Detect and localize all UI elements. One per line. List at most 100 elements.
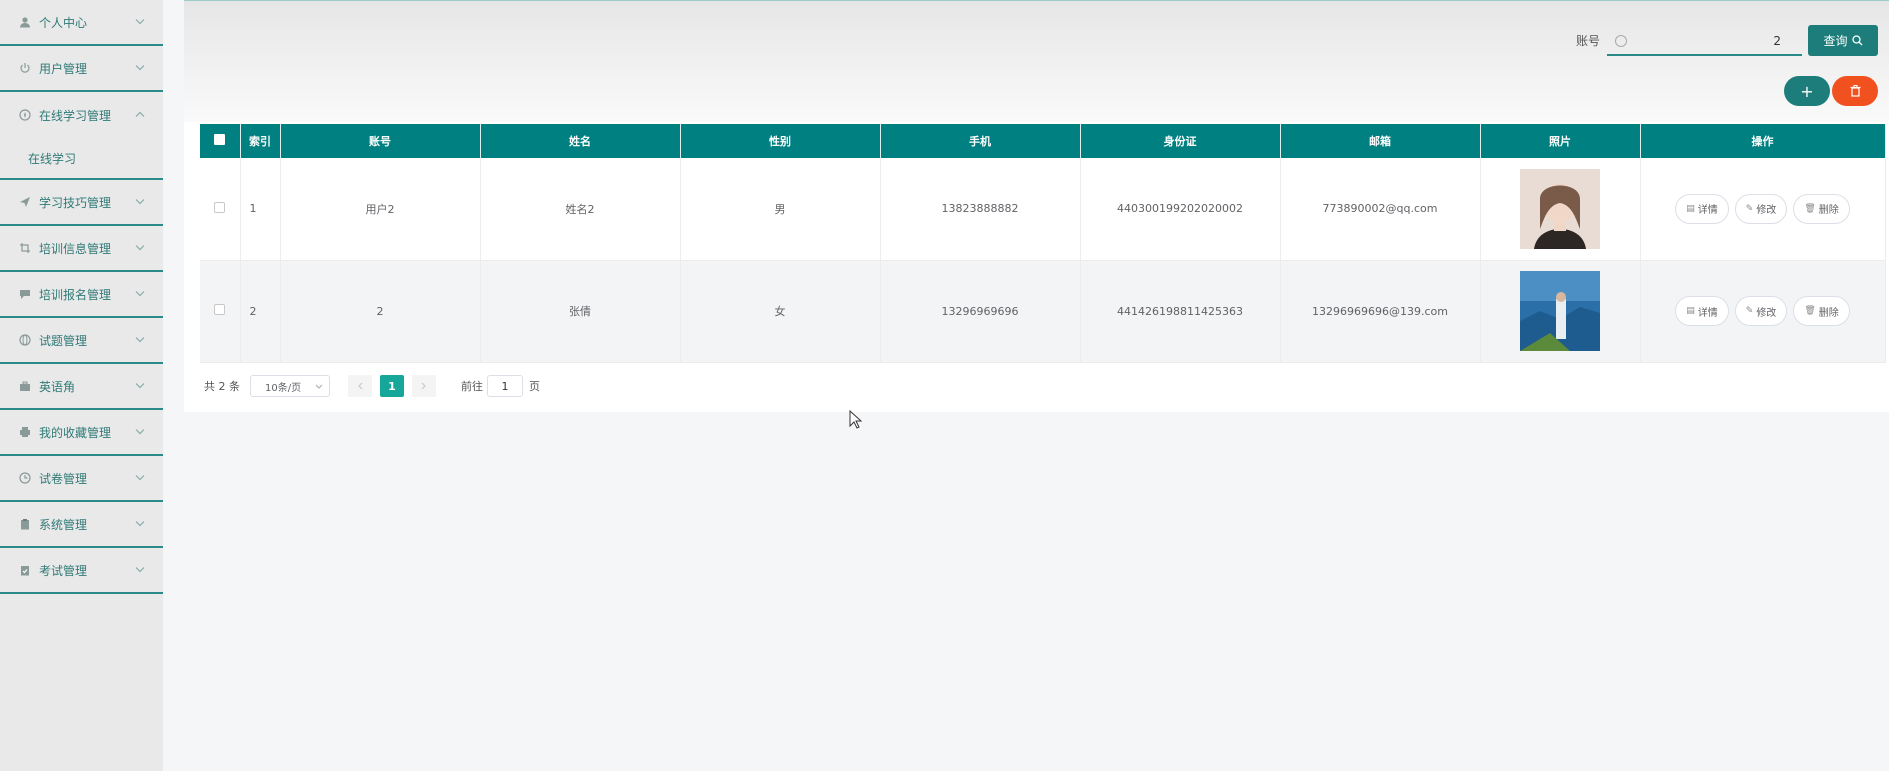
gender-cell: 男 <box>680 158 881 261</box>
batch-delete-button[interactable] <box>1832 76 1878 106</box>
column-header: 照片 <box>1480 124 1641 158</box>
edit-label: 修改 <box>1756 307 1777 319</box>
chat-icon <box>18 287 32 301</box>
sidebar-item-study-tips-management[interactable]: 学习技巧管理 <box>0 180 163 226</box>
sidebar-item-training-registration-management[interactable]: 培训报名管理 <box>0 272 163 318</box>
sidebar-item-label: 学习技巧管理 <box>39 195 112 210</box>
chevron-up-icon <box>135 110 145 121</box>
sidebar-item-question-management[interactable]: 试题管理 <box>0 318 163 364</box>
detail-label: 详情 <box>1697 205 1718 217</box>
delete-button[interactable]: 🗑 删除 <box>1793 296 1850 326</box>
sidebar-item-label: 试卷管理 <box>39 471 88 486</box>
photo-cell <box>1480 260 1641 363</box>
gender-cell: 女 <box>680 260 881 363</box>
page-number-current[interactable]: 1 <box>380 375 404 397</box>
sidebar-item-label: 个人中心 <box>39 15 88 30</box>
index-cell: 1 <box>240 158 281 261</box>
idcard-cell: 441426198811425363 <box>1080 260 1281 363</box>
sidebar-item-exam-paper-management[interactable]: 试卷管理 <box>0 456 163 502</box>
detail-button[interactable]: ▤ 详情 <box>1675 296 1729 326</box>
next-page-button[interactable] <box>412 375 436 397</box>
table-row[interactable]: 2 2 张倩 女 13296969696 441426198811425363 … <box>200 260 1886 363</box>
delete-label: 删除 <box>1818 205 1839 217</box>
sidebar-item-personal-center[interactable]: 个人中心 <box>0 0 163 46</box>
sidebar-item-training-info-management[interactable]: 培训信息管理 <box>0 226 163 272</box>
user-photo[interactable] <box>1520 271 1600 351</box>
search-icon <box>1615 35 1627 47</box>
edit-button[interactable]: ✎ 修改 <box>1734 296 1788 326</box>
globe-icon <box>18 333 32 347</box>
clipboard-icon <box>18 517 32 531</box>
select-all-cell[interactable] <box>200 124 241 158</box>
clipboard-check-icon <box>18 563 32 577</box>
search-label: 账号 <box>1576 34 1601 48</box>
add-button[interactable]: + <box>1784 76 1830 106</box>
user-photo[interactable] <box>1520 168 1600 249</box>
sidebar-item-system-management[interactable]: 系统管理 <box>0 502 163 548</box>
trash-icon: 🗑 <box>1804 306 1816 316</box>
trash-icon: 🗑 <box>1804 203 1816 214</box>
sidebar-item-label: 系统管理 <box>39 517 88 532</box>
sidebar-item-label: 培训信息管理 <box>39 241 112 256</box>
sidebar-item-exam-management[interactable]: 考试管理 <box>0 548 163 594</box>
total-count: 共 2 条 <box>204 380 240 393</box>
document-icon: ▤ <box>1686 203 1695 214</box>
sidebar-item-favorites-management[interactable]: 我的收藏管理 <box>0 410 163 456</box>
query-button-label: 查询 <box>1823 34 1848 48</box>
chevron-down-icon <box>315 384 323 389</box>
trash-icon <box>1850 85 1860 97</box>
select-all-checkbox[interactable] <box>214 134 226 145</box>
column-header: 操作 <box>1640 124 1886 158</box>
chevron-right-icon <box>421 382 426 390</box>
chevron-down-icon <box>135 427 145 438</box>
power-icon <box>18 61 32 75</box>
query-button[interactable]: 查询 <box>1808 25 1878 56</box>
chevron-down-icon <box>135 473 145 484</box>
row-checkbox[interactable] <box>214 304 226 315</box>
sidebar-item-user-management[interactable]: 用户管理 <box>0 46 163 92</box>
delete-button[interactable]: 🗑 删除 <box>1793 193 1850 224</box>
column-header: 身份证 <box>1080 124 1281 158</box>
phone-cell: 13823888882 <box>880 158 1081 261</box>
phone-cell: 13296969696 <box>880 260 1081 363</box>
document-icon: ▤ <box>1686 306 1695 316</box>
sidebar-item-online-learning-management[interactable]: 在线学习管理 <box>0 92 163 138</box>
sidebar-item-label: 考试管理 <box>39 563 88 578</box>
sidebar-item-label: 我的收藏管理 <box>39 425 112 440</box>
send-icon <box>18 195 32 209</box>
briefcase-icon <box>18 379 32 393</box>
account-search-input[interactable] <box>1631 34 1791 48</box>
page-size-select[interactable]: 10条/页 <box>250 375 330 397</box>
table-row[interactable]: 1 用户2 姓名2 男 13823888882 4403001992020200… <box>200 158 1886 261</box>
detail-button[interactable]: ▤ 详情 <box>1675 193 1729 224</box>
goto-page-input[interactable] <box>487 375 523 397</box>
page-size-value: 10条/页 <box>265 382 302 394</box>
main-panel: 账号 查询 + 索引 账号 姓名 性别 手机 身份证 邮箱 照片 <box>184 0 1889 412</box>
ops-cell: ▤ 详情 ✎ 修改 🗑 删除 <box>1640 158 1886 261</box>
chevron-left-icon <box>358 382 363 390</box>
pagination: 共 2 条 10条/页 1 前往 页 <box>204 375 540 397</box>
idcard-cell: 440300199202020002 <box>1080 158 1281 261</box>
index-cell: 2 <box>240 260 281 363</box>
sidebar-subitem-online-learning[interactable]: 在线学习 <box>0 138 163 180</box>
account-cell: 2 <box>280 260 481 363</box>
chevron-down-icon <box>135 243 145 254</box>
search-icon <box>1851 35 1862 46</box>
edit-icon: ✎ <box>1745 306 1754 316</box>
prev-page-button[interactable] <box>348 375 372 397</box>
delete-label: 删除 <box>1818 307 1839 319</box>
sidebar-item-english-corner[interactable]: 英语角 <box>0 364 163 410</box>
compass-icon <box>18 108 32 122</box>
sidebar-item-label: 用户管理 <box>39 61 88 76</box>
column-header: 邮箱 <box>1280 124 1481 158</box>
edit-button[interactable]: ✎ 修改 <box>1734 193 1788 224</box>
search-field[interactable] <box>1607 28 1802 56</box>
row-checkbox[interactable] <box>214 201 226 213</box>
sidebar-item-label: 英语角 <box>39 379 76 394</box>
clock-icon <box>18 471 32 485</box>
chevron-down-icon <box>135 335 145 346</box>
column-header: 姓名 <box>480 124 681 158</box>
sidebar-item-label: 试题管理 <box>39 333 88 348</box>
chevron-down-icon <box>135 63 145 74</box>
chevron-down-icon <box>135 519 145 530</box>
